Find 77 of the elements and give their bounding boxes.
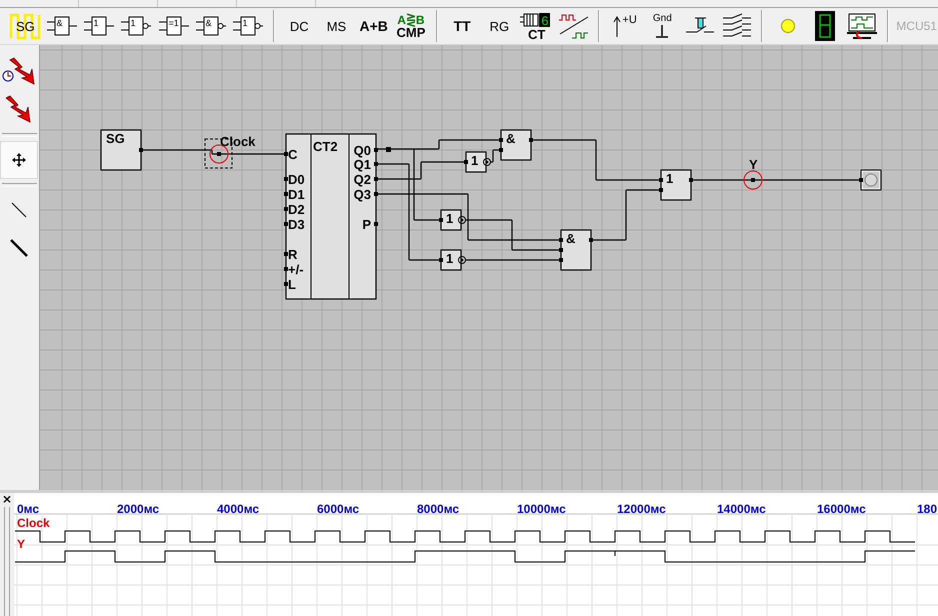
toolbar-button[interactable]: MS (318, 9, 356, 43)
power-button[interactable]: +U (606, 9, 644, 43)
oscilloscope-icon (847, 12, 878, 40)
and-gate: & (559, 229, 593, 271)
clock-lightning-icon (2, 57, 36, 87)
nor-gate-button[interactable]: 1 (229, 9, 267, 43)
pin (284, 152, 288, 156)
comparator-button[interactable]: A⋛B CMP (392, 9, 430, 43)
lightning-icon (6, 95, 32, 125)
pin-label: P (362, 217, 371, 232)
pin (284, 267, 288, 271)
up-arrow-icon (613, 15, 622, 37)
generator-block: SG (100, 129, 143, 171)
toolbar-button[interactable]: A+B (355, 9, 392, 43)
time-tick-label: 180 (917, 502, 938, 516)
pin (284, 177, 288, 181)
pin-label: Q1 (354, 157, 371, 172)
pin (374, 222, 378, 226)
nand-gate-button[interactable]: & (192, 9, 230, 43)
time-tick-label: 10000мс (517, 502, 566, 516)
and-gate-button[interactable]: & (43, 9, 80, 43)
pin-label: Q0 (354, 143, 371, 158)
time-tick-label: 16000мс (817, 502, 866, 516)
pin-label: C (288, 147, 298, 162)
pin (374, 192, 378, 196)
ground-icon (655, 24, 670, 38)
time-tick-label: 6000мс (317, 502, 360, 516)
pin (374, 162, 378, 166)
or-gate: 1 (659, 169, 693, 201)
pin-label: L (288, 277, 296, 292)
pin (284, 207, 288, 211)
time-tick-label: 14000мс (717, 502, 766, 516)
pin-label: Q3 (354, 187, 371, 202)
converter-icon (558, 12, 590, 40)
thick-line-icon (10, 239, 28, 257)
pin (374, 177, 378, 181)
and-gate: & (499, 129, 533, 161)
or-gate-button[interactable]: 1 (80, 9, 118, 43)
pin-label: +/- (288, 262, 304, 277)
lamp (859, 170, 882, 190)
block-title: CT2 (313, 139, 338, 154)
signal-name: Y (17, 537, 26, 551)
pin (284, 282, 288, 286)
pin (284, 252, 288, 256)
lamp-icon (780, 18, 796, 34)
pin-label: D3 (288, 217, 305, 232)
seven-segment-icon (815, 11, 836, 41)
toolbar-button[interactable]: DC (280, 9, 318, 43)
close-button[interactable]: × (2, 493, 12, 505)
move-button[interactable] (0, 141, 38, 179)
signal-name: Clock (17, 516, 50, 530)
counter-button[interactable]: 6 CT (518, 9, 556, 43)
toolbar-button[interactable]: RG (480, 9, 518, 43)
generator-button[interactable]: SG (6, 9, 44, 43)
not-gate: 1 (439, 249, 466, 271)
multi-switch-icon (722, 13, 752, 39)
pin-label: D1 (288, 187, 305, 202)
pin (374, 148, 378, 152)
time-tick-label: 0мс (17, 502, 40, 516)
pin-label: D0 (288, 172, 305, 187)
not-gate: 1 (464, 151, 491, 173)
move-icon (12, 153, 26, 167)
pin (284, 222, 288, 226)
pin-label: D2 (288, 202, 305, 217)
thin-line-icon (11, 202, 27, 218)
time-tick-label: 2000мс (117, 502, 160, 516)
ground-button[interactable]: Gnd (644, 9, 681, 43)
pin (284, 192, 288, 196)
pin-label: Q2 (354, 172, 371, 187)
toolbar-button[interactable]: TT (444, 9, 481, 43)
time-tick-label: 4000мс (217, 502, 260, 516)
not-gate-button[interactable]: 1 (118, 9, 155, 43)
pin-label: R (288, 247, 298, 262)
not-gate: 1 (439, 209, 466, 231)
time-tick-label: 12000мс (617, 502, 666, 516)
time-tick-label: 8000мс (417, 502, 460, 516)
xor-gate-button[interactable]: =1 (154, 9, 192, 43)
